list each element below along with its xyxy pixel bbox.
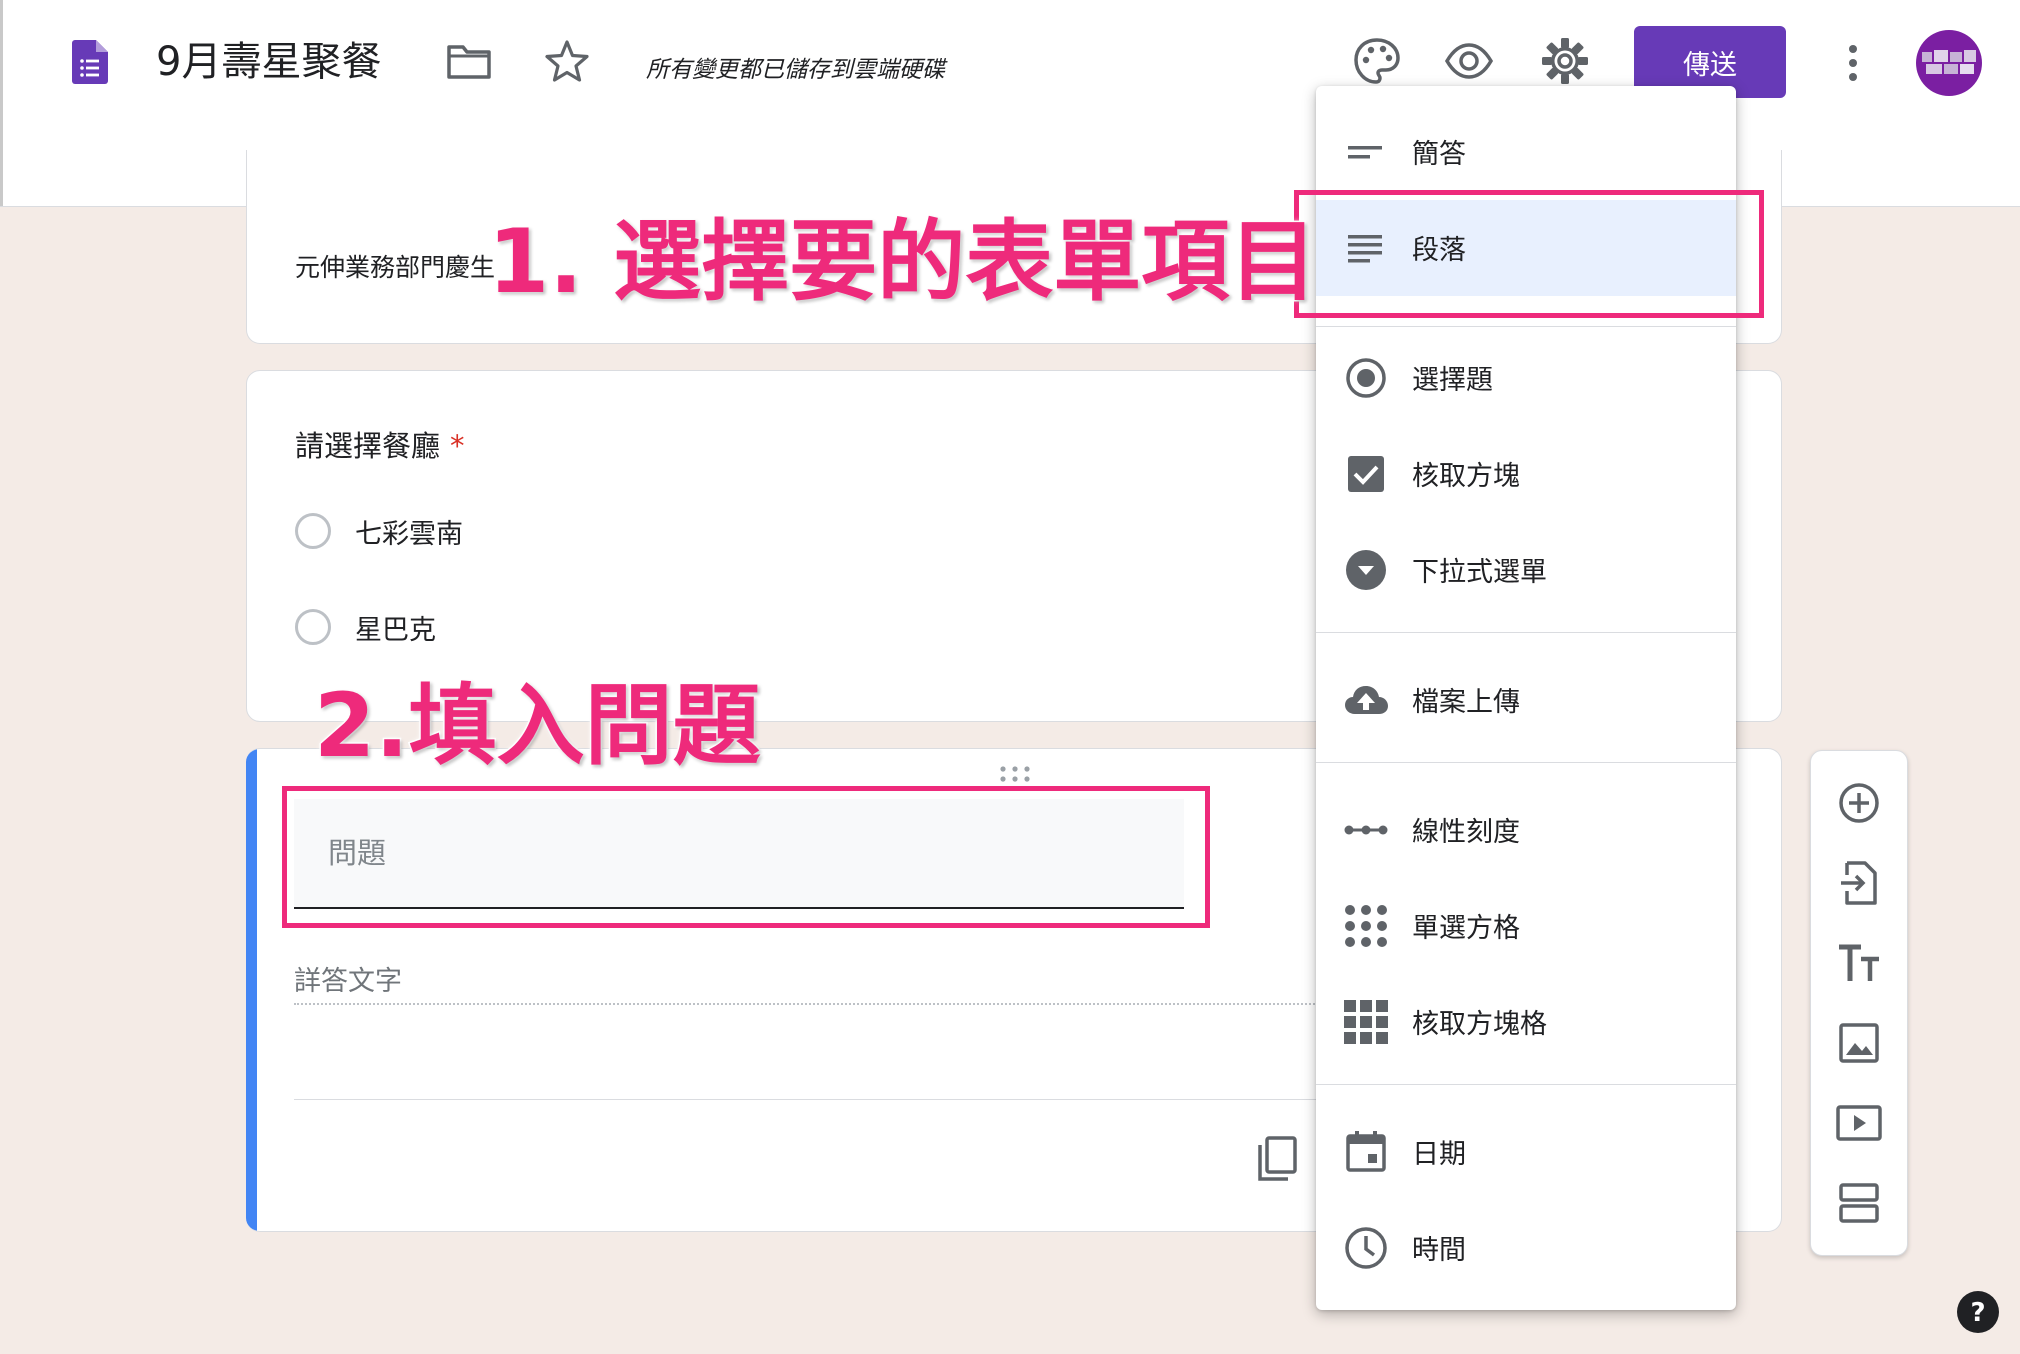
calendar-icon [1346, 1131, 1386, 1172]
answer-underline [294, 1003, 1394, 1005]
active-card-accent [246, 749, 257, 1231]
dropdown-icon [1346, 550, 1386, 590]
radio-button[interactable] [295, 513, 331, 549]
help-icon[interactable]: ? [1956, 1290, 2000, 1334]
menu-item-time[interactable]: 時間 [1316, 1200, 1736, 1296]
menu-item-date[interactable]: 日期 [1316, 1104, 1736, 1200]
linear-scale-icon [1344, 825, 1388, 835]
menu-item-label: 日期 [1412, 1139, 1466, 1170]
menu-divider [1316, 1084, 1736, 1085]
annotation-box-step2 [282, 786, 1210, 928]
question-title[interactable]: 請選擇餐廳 * [295, 423, 465, 465]
annotation-step2: 2.填入問題 [313, 674, 763, 777]
avatar[interactable] [1916, 30, 1982, 96]
menu-item-label: 核取方塊格 [1412, 1009, 1547, 1040]
palette-icon[interactable] [1352, 36, 1402, 86]
radio-grid-icon [1345, 905, 1387, 947]
add-title-icon[interactable] [1833, 937, 1885, 989]
window-edge [0, 0, 3, 206]
clock-icon [1345, 1227, 1387, 1269]
save-status: 所有變更都已儲存到雲端硬碟 [646, 57, 945, 83]
svg-text:?: ? [1970, 1298, 1985, 1328]
more-vert-icon[interactable] [1838, 38, 1868, 88]
radio-icon [1346, 358, 1386, 398]
annotation-box-step1 [1294, 190, 1764, 318]
menu-divider [1316, 326, 1736, 327]
menu-item-checkbox[interactable]: 核取方塊 [1316, 426, 1736, 522]
checkbox-grid-icon [1344, 1000, 1388, 1044]
menu-item-label: 選擇題 [1412, 365, 1493, 396]
menu-item-linear-scale[interactable]: 線性刻度 [1316, 782, 1736, 878]
menu-item-file-upload[interactable]: 檔案上傳 [1316, 652, 1736, 748]
required-mark: * [450, 429, 465, 463]
duplicate-icon[interactable] [1252, 1135, 1300, 1185]
menu-item-label: 單選方格 [1412, 913, 1520, 944]
long-answer-hint: 詳答文字 [294, 966, 402, 997]
menu-item-label: 線性刻度 [1412, 817, 1520, 848]
forms-logo-icon[interactable] [72, 40, 108, 84]
menu-item-dropdown[interactable]: 下拉式選單 [1316, 522, 1736, 618]
add-image-icon[interactable] [1833, 1017, 1885, 1069]
folder-icon[interactable] [446, 44, 492, 80]
option-label: 星巴克 [355, 614, 436, 646]
add-section-icon[interactable] [1833, 1177, 1885, 1229]
menu-item-label: 核取方塊 [1412, 461, 1520, 492]
form-description[interactable]: 元伸業務部門慶生 [295, 248, 495, 284]
menu-item-short-answer[interactable]: 簡答 [1316, 104, 1736, 200]
annotation-step1: 1. 選擇要的表單項目 [486, 210, 1318, 313]
checkbox-icon [1348, 456, 1384, 492]
doc-title[interactable]: 9月壽星聚餐 [156, 34, 381, 90]
menu-item-checkbox-grid[interactable]: 核取方塊格 [1316, 974, 1736, 1070]
menu-item-radio-grid[interactable]: 單選方格 [1316, 878, 1736, 974]
menu-item-label: 簡答 [1412, 139, 1466, 170]
import-questions-icon[interactable] [1833, 857, 1885, 909]
drag-handle-icon[interactable] [998, 765, 1032, 783]
menu-item-label: 時間 [1412, 1235, 1466, 1266]
menu-item-label: 下拉式選單 [1412, 557, 1547, 588]
star-icon[interactable] [544, 38, 590, 84]
option-label: 七彩雲南 [355, 518, 463, 550]
cloud-upload-icon [1345, 686, 1388, 714]
radio-button[interactable] [295, 609, 331, 645]
menu-item-label: 檔案上傳 [1412, 687, 1520, 718]
question-toolbar [1810, 750, 1908, 1256]
radio-option[interactable]: 星巴克 [295, 605, 436, 649]
short-text-icon [1348, 146, 1382, 159]
question-title-text: 請選擇餐廳 [295, 429, 441, 463]
eye-icon[interactable] [1444, 36, 1494, 86]
menu-divider [1316, 632, 1736, 633]
menu-divider [1316, 762, 1736, 763]
add-video-icon[interactable] [1833, 1097, 1885, 1149]
radio-option[interactable]: 七彩雲南 [295, 509, 463, 553]
menu-item-multiple-choice[interactable]: 選擇題 [1316, 330, 1736, 426]
add-question-icon[interactable] [1833, 777, 1885, 829]
gear-icon[interactable] [1540, 36, 1590, 86]
